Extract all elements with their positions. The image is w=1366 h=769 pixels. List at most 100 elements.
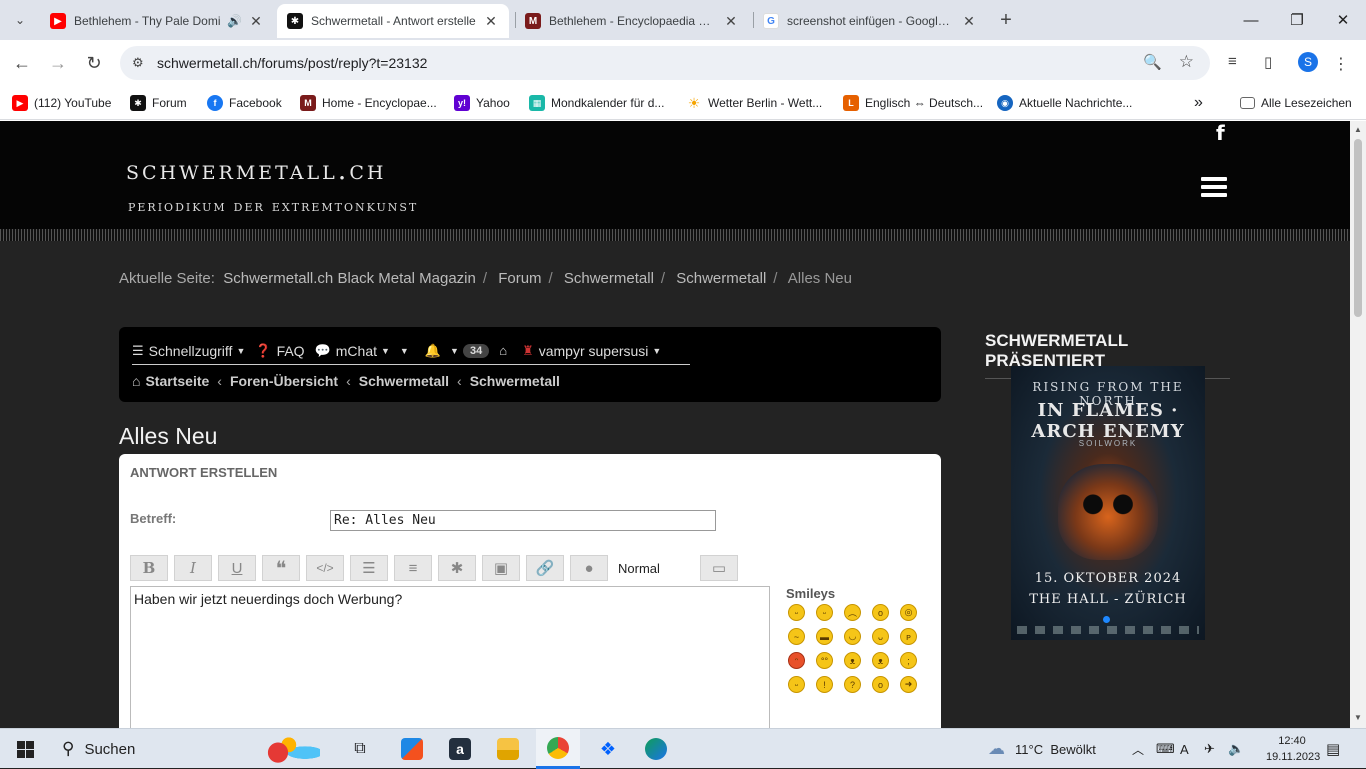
smiley-idea-icon[interactable]: o <box>872 676 889 693</box>
scroll-up-icon[interactable]: ▲ <box>1354 125 1362 134</box>
speaker-icon[interactable]: 🔊 <box>227 14 242 28</box>
preview-monitor-button[interactable]: ▭ <box>700 555 738 581</box>
profile-avatar[interactable]: S <box>1298 52 1318 72</box>
smiley-cool-icon[interactable]: ▬ <box>816 628 833 645</box>
smiley-angry-icon[interactable]: ᵔ <box>788 652 805 669</box>
scroll-down-icon[interactable]: ▼ <box>1354 713 1362 722</box>
bookmark-wetter[interactable]: ☀ Wetter Berlin - Wett... <box>686 92 822 114</box>
message-textarea[interactable]: Haben wir jetzt neuerdings doch Werbung? <box>130 586 770 728</box>
font-size-select[interactable]: Normal <box>614 555 694 581</box>
italic-button[interactable]: I <box>174 555 212 581</box>
bookmark-metal-archives[interactable]: M Home - Encyclopae... <box>300 92 437 114</box>
bookmark-news[interactable]: ◉ Aktuelle Nachrichte... <box>997 92 1132 114</box>
breadcrumb-magazin[interactable]: Schwermetall.ch Black Metal Magazin <box>223 270 476 287</box>
close-tab-icon[interactable]: ✕ <box>483 13 499 30</box>
quick-access-menu[interactable]: ☰ Schnellzugriff ▼ <box>132 343 245 359</box>
user-menu[interactable]: ♜ vampyr supersusi ▼ <box>522 343 661 359</box>
smiley-rolleyes-icon[interactable]: °° <box>816 652 833 669</box>
zoom-icon[interactable]: 🔍 <box>1143 53 1162 71</box>
page-title[interactable]: Alles Neu <box>119 423 217 450</box>
smiley-wink-icon[interactable]: ; <box>900 652 917 669</box>
ordered-list-button[interactable]: ≡ <box>394 555 432 581</box>
dropbox-icon[interactable]: ❖ <box>594 729 622 769</box>
close-window-icon[interactable]: ✕ <box>1320 0 1366 40</box>
breadcrumb-forum[interactable]: Forum <box>498 270 541 287</box>
all-bookmarks[interactable]: Alle Lesezeichen <box>1240 92 1352 114</box>
forward-icon[interactable]: → <box>43 48 73 78</box>
breadcrumb-schwermetall[interactable]: Schwermetall <box>564 270 654 287</box>
bookmark-dictionary[interactable]: L Englisch ⇔ Deutsch... <box>843 92 983 114</box>
crumb-foren-uebersicht[interactable]: Foren-Übersicht <box>230 373 338 389</box>
smiley-eek-icon[interactable]: ◎ <box>900 604 917 621</box>
chrome-taskbar-icon[interactable] <box>536 729 580 769</box>
bookmark-star-icon[interactable]: ☆ <box>1179 52 1194 72</box>
mchat-menu[interactable]: 💬 mChat ▼ ▼ <box>315 343 409 359</box>
crumb-schwermetall-sub[interactable]: Schwermetall <box>470 373 560 389</box>
scrollbar-thumb[interactable] <box>1354 139 1362 317</box>
taskbar-search[interactable]: ⚲ Suchen <box>48 729 338 769</box>
bookmark-forum[interactable]: ✱ Forum <box>130 92 187 114</box>
smiley-lol-icon[interactable]: ◡ <box>844 628 861 645</box>
device-icon[interactable]: ⌨ <box>1156 729 1175 769</box>
edge-icon[interactable] <box>642 729 670 769</box>
smiley-twisted-icon[interactable]: ᴥ <box>872 652 889 669</box>
color-button[interactable]: ● <box>570 555 608 581</box>
taskbar-clock[interactable]: 12:40 19.11.2023 <box>1266 733 1320 765</box>
tab-youtube[interactable]: ▶ Bethlehem - Thy Pale Domi 🔊 ✕ <box>40 4 274 38</box>
list-item-button[interactable]: ✱ <box>438 555 476 581</box>
facebook-icon[interactable]: f <box>1216 121 1225 145</box>
smiley-smile-icon[interactable]: ᵕ <box>816 604 833 621</box>
smiley-mad-icon[interactable]: ᴗ <box>872 628 889 645</box>
image-button[interactable]: ▣ <box>482 555 520 581</box>
smiley-exclaim-icon[interactable]: ! <box>816 676 833 693</box>
site-info-icon[interactable]: ⚙ <box>132 55 144 71</box>
tray-chevron-icon[interactable]: ︿ <box>1132 729 1144 769</box>
crumb-startseite[interactable]: Startseite <box>145 373 209 389</box>
bookmark-mondkalender[interactable]: ▦ Mondkalender für d... <box>529 92 664 114</box>
smiley-confused-icon[interactable]: ~ <box>788 628 805 645</box>
smiley-arrow-icon[interactable]: ➜ <box>900 676 917 693</box>
bookmark-youtube[interactable]: ▶ (112) YouTube <box>12 92 111 114</box>
breadcrumb-schwermetall-sub[interactable]: Schwermetall <box>676 270 766 287</box>
concert-poster[interactable]: RISING FROM THE NORTH IN FLAMES · ARCH E… <box>1011 366 1205 640</box>
bookmark-facebook[interactable]: f Facebook <box>207 92 282 114</box>
faq-link[interactable]: ❓ FAQ <box>255 343 304 359</box>
smiley-surprised-icon[interactable]: o <box>872 604 889 621</box>
close-tab-icon[interactable]: ✕ <box>248 13 264 30</box>
close-tab-icon[interactable]: ✕ <box>723 13 739 30</box>
windows-start-icon[interactable] <box>10 729 40 769</box>
tab-search-chevron-icon[interactable]: ⌄ <box>5 5 35 35</box>
weather-widget[interactable]: ☁ 11°C Bewölkt <box>988 729 1096 769</box>
notifications-button[interactable]: 🔔 ▼ 34 <box>425 343 490 359</box>
media-control-icon[interactable]: ≡ <box>1228 53 1237 70</box>
menu-kebab-icon[interactable]: ⋮ <box>1333 54 1349 74</box>
bookmark-yahoo[interactable]: y! Yahoo <box>454 92 510 114</box>
amazon-icon[interactable]: a <box>446 729 474 769</box>
microsoft-store-icon[interactable] <box>398 729 426 769</box>
more-bookmarks-icon[interactable]: » <box>1194 92 1203 114</box>
smiley-grin-icon[interactable]: ᵕ <box>788 604 805 621</box>
list-button[interactable]: ☰ <box>350 555 388 581</box>
link-button[interactable]: 🔗 <box>526 555 564 581</box>
reload-icon[interactable]: ↻ <box>79 48 109 78</box>
smiley-wink2-icon[interactable]: ᵕ <box>788 676 805 693</box>
file-explorer-icon[interactable] <box>494 729 522 769</box>
code-button[interactable]: </> <box>306 555 344 581</box>
network-icon[interactable]: ✈ <box>1204 729 1215 769</box>
tab-metal-archives[interactable]: M Bethlehem - Encyclopaedia Met ✕ <box>515 4 749 38</box>
tab-google[interactable]: G screenshot einfügen - Google S ✕ <box>753 4 987 38</box>
language-icon[interactable]: A <box>1180 729 1189 769</box>
crumb-schwermetall[interactable]: Schwermetall <box>359 373 449 389</box>
inbox-button[interactable]: ⌂ <box>499 343 512 358</box>
bold-button[interactable]: B <box>130 555 168 581</box>
new-tab-icon[interactable]: + <box>991 5 1021 35</box>
site-logo-title[interactable]: schwermetall.ch <box>126 155 386 186</box>
hamburger-menu-icon[interactable] <box>1201 177 1227 197</box>
back-icon[interactable]: ← <box>7 48 37 78</box>
underline-button[interactable]: U <box>218 555 256 581</box>
tab-schwermetall[interactable]: ✱ Schwermetall - Antwort erstelle ✕ <box>277 4 509 38</box>
smiley-razz-icon[interactable]: ᴘ <box>900 628 917 645</box>
minimize-icon[interactable]: — <box>1228 0 1274 40</box>
smiley-sad-icon[interactable]: ︵ <box>844 604 861 621</box>
close-tab-icon[interactable]: ✕ <box>961 13 977 30</box>
